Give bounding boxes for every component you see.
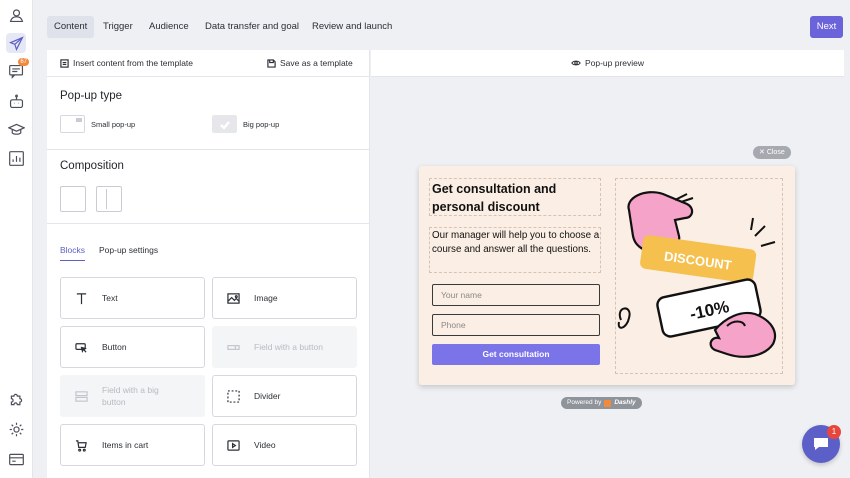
block-text[interactable]: Text bbox=[60, 277, 205, 319]
billing-icon[interactable] bbox=[6, 449, 26, 469]
cart-icon bbox=[75, 439, 87, 452]
block-text-label: Text bbox=[102, 293, 118, 303]
composition-two-columns[interactable] bbox=[96, 186, 122, 212]
next-button[interactable]: Next bbox=[810, 16, 843, 38]
left-rail: 67 bbox=[0, 0, 33, 478]
tab-trigger[interactable]: Trigger bbox=[96, 16, 140, 38]
graduation-cap-icon[interactable] bbox=[6, 119, 26, 139]
small-popup-thumbnail bbox=[60, 115, 85, 133]
get-consultation-button[interactable]: Get consultation bbox=[432, 344, 600, 365]
text-icon bbox=[76, 292, 86, 304]
save-template-link[interactable]: Save as a template bbox=[267, 58, 353, 68]
popup-type-section: Pop-up type Small pop-up Big pop-up bbox=[47, 77, 369, 150]
popup-title: Get consultation and personal discount bbox=[432, 182, 557, 214]
chat-icon[interactable]: 67 bbox=[6, 58, 29, 81]
block-image-label: Image bbox=[254, 293, 278, 303]
powered-by-badge[interactable]: Powered by Dashly bbox=[561, 397, 642, 409]
save-template-label: Save as a template bbox=[280, 58, 353, 68]
block-button-label: Button bbox=[102, 342, 127, 352]
name-input[interactable]: Your name bbox=[432, 284, 600, 306]
preview-panel: Pop-up preview ✕ Close Get consultation … bbox=[371, 50, 844, 478]
big-popup-label: Big pop-up bbox=[243, 119, 280, 129]
block-video-label: Video bbox=[254, 440, 276, 450]
divider-icon bbox=[226, 389, 240, 403]
composition-single[interactable] bbox=[60, 186, 86, 212]
block-divider-label: Divider bbox=[254, 391, 281, 401]
paper-plane-icon[interactable] bbox=[6, 33, 26, 53]
chat-count-badge: 67 bbox=[18, 58, 29, 66]
preview-header: Pop-up preview bbox=[371, 50, 844, 77]
block-divider[interactable]: Divider bbox=[212, 375, 357, 417]
top-bar: Content Trigger Audience Data transfer a… bbox=[34, 0, 850, 50]
phone-input[interactable]: Phone bbox=[432, 314, 600, 336]
block-items-cart-label: Items in cart bbox=[102, 440, 149, 450]
chat-notification-badge: 1 bbox=[827, 425, 841, 439]
powered-by-label: Powered by bbox=[567, 399, 602, 406]
brand-name: Dashly bbox=[614, 399, 636, 406]
chat-bubble-icon bbox=[814, 438, 828, 450]
tab-data-transfer[interactable]: Data transfer and goal bbox=[198, 16, 306, 38]
gear-icon[interactable] bbox=[6, 419, 26, 439]
big-popup-option[interactable]: Big pop-up bbox=[212, 115, 279, 133]
robot-icon[interactable] bbox=[6, 91, 26, 111]
checkmark-icon bbox=[220, 121, 230, 130]
insert-template-label: Insert content from the template bbox=[73, 58, 194, 68]
block-items-in-cart[interactable]: Items in cart bbox=[60, 424, 205, 466]
preview-header-label: Pop-up preview bbox=[584, 58, 645, 68]
puzzle-icon[interactable] bbox=[6, 389, 26, 409]
video-icon bbox=[226, 439, 240, 451]
popup-type-title: Pop-up type bbox=[60, 90, 123, 102]
subtab-popup-settings[interactable]: Pop-up settings bbox=[99, 245, 158, 260]
field-big-button-icon bbox=[74, 390, 88, 402]
discount-illustration: DISCOUNT -10% bbox=[617, 191, 777, 358]
image-icon bbox=[226, 292, 240, 304]
block-field-with-big-button: Field with a big button bbox=[60, 375, 205, 417]
button-cursor-icon bbox=[74, 342, 87, 353]
user-icon[interactable] bbox=[6, 5, 26, 25]
popup-text: Our manager will help you to choose a co… bbox=[432, 230, 600, 255]
field-button-icon bbox=[226, 344, 240, 350]
dashly-logo-icon bbox=[604, 399, 612, 407]
big-popup-thumbnail bbox=[212, 115, 237, 133]
block-field-with-button: Field with a button bbox=[212, 326, 357, 368]
insert-icon bbox=[60, 58, 69, 68]
small-popup-label: Small pop-up bbox=[91, 119, 136, 129]
popup-close-button[interactable]: ✕ Close bbox=[753, 146, 791, 159]
tab-content[interactable]: Content bbox=[47, 16, 95, 38]
close-label: Close bbox=[766, 149, 785, 156]
block-image[interactable]: Image bbox=[212, 277, 357, 319]
editor-panel: Insert content from the template Save as… bbox=[47, 50, 370, 478]
popup-preview: Get consultation and personal discount O… bbox=[419, 166, 795, 385]
block-field-button-label: Field with a button bbox=[254, 342, 323, 352]
composition-title: Composition bbox=[60, 160, 124, 172]
block-field-big-label-1: Field with a big bbox=[102, 385, 159, 395]
tab-audience[interactable]: Audience bbox=[142, 16, 196, 38]
editor-toolbar: Insert content from the template Save as… bbox=[47, 50, 369, 77]
save-icon bbox=[267, 58, 276, 68]
tab-review-launch[interactable]: Review and launch bbox=[305, 16, 399, 38]
analytics-icon[interactable] bbox=[6, 148, 26, 168]
subtab-blocks[interactable]: Blocks bbox=[60, 245, 86, 261]
small-popup-option[interactable]: Small pop-up bbox=[60, 115, 135, 133]
eye-icon bbox=[571, 60, 581, 66]
block-video[interactable]: Video bbox=[212, 424, 357, 466]
block-field-big-label-2: button bbox=[102, 397, 126, 407]
block-button[interactable]: Button bbox=[60, 326, 205, 368]
insert-template-link[interactable]: Insert content from the template bbox=[60, 58, 193, 68]
